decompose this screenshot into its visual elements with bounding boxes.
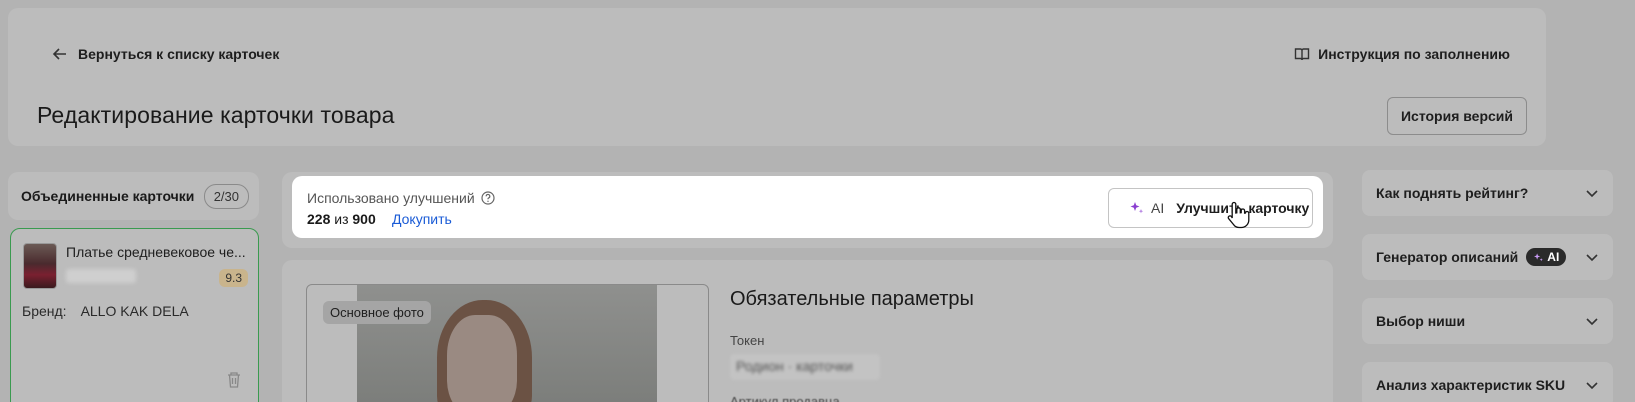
chevron-down-icon	[1586, 382, 1598, 390]
improvements-used-label: Использовано улучшений	[307, 190, 495, 206]
accordion-niche-selection[interactable]: Выбор ниши	[1362, 298, 1613, 344]
accordion-raise-rating[interactable]: Как поднять рейтинг?	[1362, 170, 1613, 216]
photo-face-shape	[447, 315, 517, 402]
chevron-down-icon	[1586, 254, 1598, 262]
article-label: Артикул продавца	[730, 394, 840, 402]
page-header: Вернуться к списку карточек Инструкция п…	[8, 8, 1546, 146]
total-count: 900	[352, 211, 376, 227]
product-name: Платье средневековое че...	[66, 244, 246, 260]
accordion-label: Выбор ниши	[1376, 313, 1466, 329]
arrow-left-icon	[52, 48, 66, 60]
used-count: 228	[307, 211, 331, 227]
sparkle-icon	[1534, 252, 1544, 261]
back-to-list-link[interactable]: Вернуться к списку карточек	[52, 46, 279, 62]
merged-cards-count-badge: 2/30	[203, 184, 249, 209]
back-label: Вернуться к списку карточек	[78, 46, 280, 62]
accordion-description-generator[interactable]: Генератор описаний AI	[1362, 234, 1613, 280]
improve-card-button[interactable]: AI Улучшить карточку	[1108, 188, 1313, 228]
sparkle-icon	[1130, 202, 1144, 214]
main-photo-frame[interactable]: Основное фото	[306, 284, 709, 402]
version-history-button[interactable]: История версий	[1387, 97, 1527, 135]
required-params-title: Обязательные параметры	[730, 288, 974, 310]
required-params-card: Основное фото Обязательные параметры Ток…	[282, 260, 1333, 402]
main-photo-badge: Основное фото	[323, 301, 431, 324]
improvements-used-value: 228 из 900	[307, 211, 376, 227]
instructions-label: Инструкция по заполнению	[1318, 46, 1510, 62]
brand-value: ALLO KAK DELA	[80, 303, 189, 319]
improvements-used-text: Использовано улучшений	[307, 190, 475, 206]
merged-cards-title: Объединенные карточки	[21, 188, 195, 204]
hand-cursor-icon	[1226, 200, 1252, 235]
merged-cards-header: Объединенные карточки 2/30	[8, 172, 259, 220]
chevron-down-icon	[1586, 190, 1598, 198]
buy-more-link[interactable]: Докупить	[392, 211, 452, 227]
product-thumbnail	[23, 243, 57, 289]
token-value-blurred[interactable]: Родион · карточки	[730, 354, 880, 380]
book-icon	[1294, 48, 1310, 61]
accordion-label: Анализ характеристик SKU	[1376, 377, 1566, 393]
merged-product-card[interactable]: Платье средневековое че... 9.3 Бренд: ALL…	[10, 228, 259, 402]
instructions-link[interactable]: Инструкция по заполнению	[1294, 46, 1510, 62]
product-sku-blurred	[66, 269, 136, 283]
page-title: Редактирование карточки товара	[37, 102, 395, 128]
accordion-label: Генератор описаний	[1376, 249, 1519, 265]
brand-row: Бренд: ALLO KAK DELA	[22, 303, 189, 319]
accordion-label: Как поднять рейтинг?	[1376, 185, 1529, 201]
trash-icon[interactable]	[226, 371, 242, 394]
chevron-down-icon	[1586, 318, 1598, 326]
ai-badge: AI	[1526, 248, 1567, 266]
token-value-text: Родион · карточки	[736, 358, 853, 374]
rating-badge: 9.3	[219, 269, 248, 287]
help-icon[interactable]	[481, 191, 495, 205]
ai-badge-text: AI	[1547, 250, 1560, 264]
improve-card-panel: Использовано улучшений 228 из 900 Докупи…	[292, 176, 1323, 238]
accordion-sku-analysis[interactable]: Анализ характеристик SKU	[1362, 362, 1613, 402]
of-text: из	[334, 211, 349, 227]
brand-label: Бренд:	[22, 303, 67, 319]
ai-tag: AI	[1151, 200, 1165, 216]
token-label: Токен	[730, 333, 765, 348]
